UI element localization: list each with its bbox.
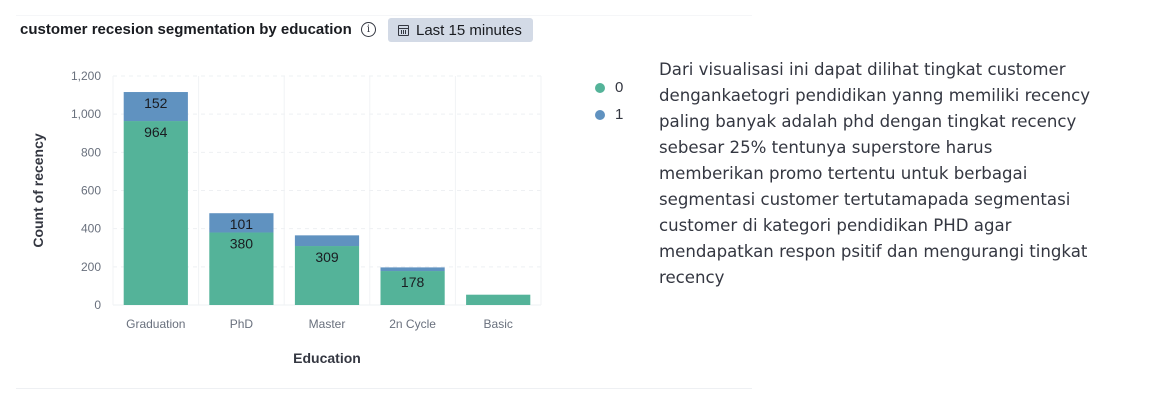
chart-legend: 01 xyxy=(595,74,623,128)
bar-value-label: 178 xyxy=(401,274,425,290)
bar-value-label: 964 xyxy=(144,124,168,140)
bar-0 xyxy=(123,121,188,305)
x-tick-label: 2n Cycle xyxy=(389,317,436,331)
y-tick-label: 200 xyxy=(81,260,101,274)
panel-title: customer recesion segmentation by educat… xyxy=(20,21,352,38)
bar-0 xyxy=(466,294,531,305)
y-tick-label: 1,000 xyxy=(71,107,101,121)
y-tick-label: 800 xyxy=(81,145,101,159)
x-axis-title: Education xyxy=(293,350,361,366)
bar-1 xyxy=(294,235,360,247)
y-tick-label: 600 xyxy=(81,184,101,198)
panel-bottom-divider xyxy=(16,388,752,389)
x-tick-label: Graduation xyxy=(126,317,185,331)
legend-dot-icon xyxy=(595,82,605,93)
legend-label: 1 xyxy=(615,106,624,123)
y-tick-label: 400 xyxy=(81,222,101,236)
info-icon[interactable]: i xyxy=(361,22,376,37)
x-tick-label: Master xyxy=(309,317,346,331)
time-range-label: Last 15 minutes xyxy=(416,21,522,39)
x-tick-label: PhD xyxy=(230,317,254,331)
legend-dot-icon xyxy=(595,109,605,120)
y-axis-title: Count of recency xyxy=(30,133,46,248)
description-paragraph: Dari visualisasi ini dapat dilihat tingk… xyxy=(659,60,1091,287)
panel-top-divider xyxy=(16,15,752,16)
calendar-icon xyxy=(398,24,409,36)
bar-value-label: 309 xyxy=(315,249,339,265)
legend-item[interactable]: 1 xyxy=(595,101,623,128)
stacked-bar-chart: 0 200 400 600 800 1,000 1,200 964 152 Graduation 3… xyxy=(30,69,542,366)
bar-value-label: 152 xyxy=(144,95,168,111)
legend-label: 0 xyxy=(615,79,624,96)
legend-item[interactable]: 0 xyxy=(595,74,623,101)
y-tick-label: 1,200 xyxy=(71,69,101,83)
bar-1 xyxy=(380,267,445,272)
time-range-badge[interactable]: Last 15 minutes xyxy=(388,18,533,42)
bar-value-label: 101 xyxy=(230,216,254,232)
bar-value-label: 380 xyxy=(230,235,254,251)
description-text: Dari visualisasi ini dapat dilihat tingk… xyxy=(659,57,1099,291)
y-tick-label: 0 xyxy=(94,298,101,312)
x-tick-label: Basic xyxy=(484,317,513,331)
visualization-panel: customer recesion segmentation by educat… xyxy=(0,0,760,401)
